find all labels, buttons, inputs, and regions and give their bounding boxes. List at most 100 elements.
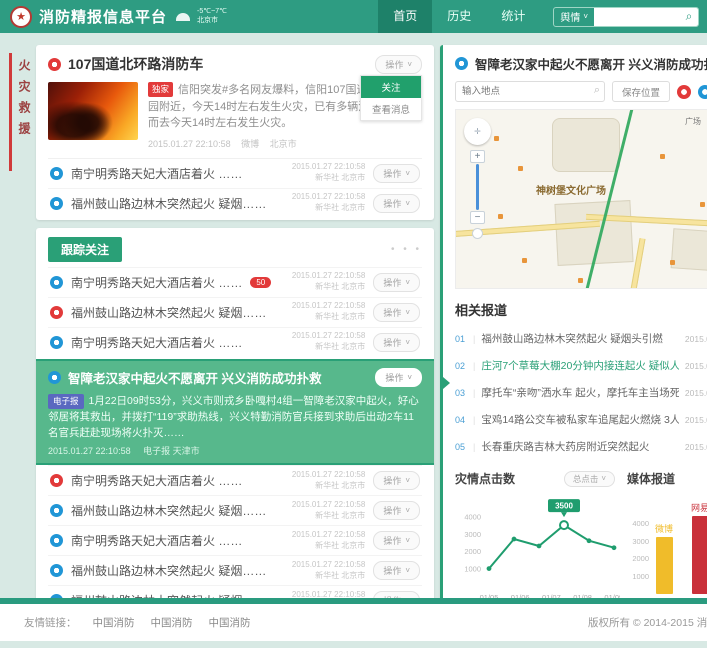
- map-poi-label: 广场: [685, 116, 701, 127]
- media-bar-chart: 1000200030004000 微博网易腾讯: [627, 490, 707, 602]
- related-item[interactable]: 03|摩托车“亲吻”洒水车 起火，摩托车主当场死亡2015.01.: [455, 379, 707, 406]
- map-poi-icon: [700, 202, 705, 207]
- clicks-filter-dropdown[interactable]: 总点击˅: [564, 471, 615, 487]
- list-item[interactable]: 福州鼓山路边林木突然起火 疑烟…… 2015.01.27 22:10:58 新华…: [48, 555, 422, 585]
- incident-map[interactable]: 神树堡文化广场 广场 ✛ + −: [455, 109, 707, 289]
- item-source: 新华社 北京市: [292, 511, 365, 522]
- red-marker-toggle[interactable]: [677, 85, 691, 99]
- action-button[interactable]: 操作˅: [373, 471, 420, 490]
- item-source: 新华社 北京市: [292, 541, 365, 552]
- source-icon: [455, 57, 468, 70]
- action-button[interactable]: 操作˅: [373, 164, 420, 183]
- item-time: 2015.01.27 22:10:58: [292, 192, 365, 203]
- bar-group: 微博: [655, 522, 673, 594]
- item-title: 福州鼓山路边林木突然起火 疑烟……: [71, 502, 266, 519]
- featured-title: 107国道北环路消防车: [68, 54, 203, 74]
- item-source: 新华社 北京市: [292, 203, 365, 214]
- axis-tick: 4000: [632, 519, 649, 528]
- item-title: 南宁明秀路天妃大酒店着火 ……: [71, 472, 242, 489]
- axis-tick: 1000: [632, 572, 649, 581]
- friend-link[interactable]: 中国消防: [93, 615, 135, 630]
- list-item[interactable]: 南宁明秀路天妃大酒店着火 …… 2015.01.27 22:10:58 新华社 …: [48, 327, 422, 357]
- chevron-down-icon: ˅: [405, 338, 410, 347]
- highlight-meta: 2015.01.27 22:10:58 电子报 天津市: [48, 444, 422, 457]
- tracking-list-bottom: 南宁明秀路天妃大酒店着火 …… 2015.01.27 22:10:58 新华社 …: [36, 465, 434, 615]
- related-section: 相关报道 01|福州鼓山路边林木突然起火 疑烟头引燃2015.01.02|庄河7…: [455, 300, 707, 460]
- action-menu-item[interactable]: 关注: [361, 76, 421, 98]
- detail-header: 智障老汉家中起火不愿离开 兴义消防成功扑救: [455, 54, 707, 73]
- svg-text:3000: 3000: [464, 530, 481, 539]
- rail-accent-bar: [9, 53, 12, 171]
- zoom-slider[interactable]: [476, 164, 479, 210]
- list-item[interactable]: 福州鼓山路边林木突然起火 疑烟…… 2015.01.27 22:10:58 新华…: [48, 495, 422, 525]
- blue-marker-toggle[interactable]: [698, 85, 707, 99]
- item-time: 2015.01.27 22:10:58: [292, 560, 365, 571]
- search-icon[interactable]: ⌕: [594, 84, 600, 97]
- rel-no: 04: [455, 415, 467, 425]
- featured-source: 微博: [241, 139, 259, 149]
- bar-label: 微博: [655, 522, 673, 535]
- nav-stats[interactable]: 统计: [486, 0, 540, 33]
- action-menu-item[interactable]: 查看消息: [361, 98, 421, 120]
- map-pan-control[interactable]: ✛: [464, 118, 491, 145]
- map-poi-icon: [522, 258, 527, 263]
- location-search-input[interactable]: [455, 81, 605, 102]
- search-icon[interactable]: ⌕: [680, 8, 698, 26]
- list-item[interactable]: 福州鼓山路边林木突然起火 疑烟…… 2015.01.27 22:10:58 新华…: [48, 297, 422, 327]
- more-icon[interactable]: • • •: [391, 244, 422, 255]
- item-title: 南宁明秀路天妃大酒店着火 ……: [71, 532, 242, 549]
- category-rail-fire-rescue[interactable]: 火灾救援: [8, 45, 30, 245]
- list-item[interactable]: 南宁明秀路天妃大酒店着火 …… 50 2015.01.27 22:10:58 新…: [48, 267, 422, 297]
- list-item[interactable]: 南宁明秀路天妃大酒店着火 …… 2015.01.27 22:10:58 新华社 …: [48, 158, 422, 188]
- save-location-button[interactable]: 保存位置: [612, 81, 670, 102]
- map-locate-button[interactable]: [472, 228, 483, 239]
- rel-no: 03: [455, 388, 467, 398]
- source-icon: [50, 306, 63, 319]
- related-item[interactable]: 05|长春重庆路吉林大药房附近突然起火2015.01.: [455, 433, 707, 460]
- fire-scene-photo[interactable]: [48, 82, 138, 140]
- list-item[interactable]: 南宁明秀路天妃大酒店着火 …… 2015.01.27 22:10:58 新华社 …: [48, 465, 422, 495]
- svg-text:1000: 1000: [464, 565, 481, 574]
- source-icon: [50, 564, 63, 577]
- weather-city: 北京市: [197, 17, 227, 26]
- zoom-in-button[interactable]: +: [470, 150, 485, 163]
- featured-action-button[interactable]: 操作˅: [375, 55, 422, 74]
- related-item[interactable]: 02|庄河7个草莓大棚20分钟内接连起火 疑似人为2015.01.: [455, 352, 707, 379]
- item-source: 新华社 北京市: [292, 481, 365, 492]
- search-category-dropdown[interactable]: 舆情 ˅: [554, 9, 594, 24]
- item-time: 2015.01.27 22:10:58: [292, 301, 365, 312]
- clicks-line-chart: 1000200030004000350001/0501/0601/0701/08…: [455, 490, 620, 604]
- nav-home[interactable]: 首页: [378, 0, 432, 33]
- axis-tick: 3000: [632, 537, 649, 546]
- rel-title: 庄河7个草莓大棚20分钟内接连起火 疑似人为: [481, 358, 679, 373]
- related-item[interactable]: 04|宝鸡14路公交车被私家车追尾起火燃烧 3人受伤2015.01.: [455, 406, 707, 433]
- list-item[interactable]: 南宁明秀路天妃大酒店着火 …… 2015.01.27 22:10:58 新华社 …: [48, 525, 422, 555]
- action-button[interactable]: 操作˅: [373, 531, 420, 550]
- clicks-chart-box: 灾情点击数 总点击˅ 1000200030004000350001/0501/0…: [455, 470, 615, 609]
- item-time: 2015.01.27 22:10:58: [292, 162, 365, 173]
- related-item[interactable]: 01|福州鼓山路边林木突然起火 疑烟头引燃2015.01.: [455, 325, 707, 352]
- rel-title: 长春重庆路吉林大药房附近突然起火: [481, 439, 679, 454]
- search-input[interactable]: [594, 8, 680, 26]
- bar-chart-bars: 微博网易腾讯: [653, 499, 707, 594]
- friend-links-label: 友情链接：: [24, 615, 77, 630]
- nav-history[interactable]: 历史: [432, 0, 486, 33]
- chevron-down-icon: ˅: [405, 476, 410, 485]
- rel-date: 2015.01.: [685, 442, 707, 452]
- action-button[interactable]: 操作˅: [373, 333, 420, 352]
- action-button[interactable]: 操作˅: [373, 194, 420, 213]
- source-icon: [50, 336, 63, 349]
- rel-no: 01: [455, 334, 467, 344]
- highlight-action-button[interactable]: 操作˅: [375, 368, 422, 387]
- friend-link[interactable]: 中国消防: [151, 615, 193, 630]
- source-icon: [50, 474, 63, 487]
- friend-link[interactable]: 中国消防: [209, 615, 251, 630]
- highlighted-item[interactable]: 智障老汉家中起火不愿离开 兴义消防成功扑救 操作˅ 电子报1月22日09时53分…: [36, 359, 434, 466]
- zoom-out-button[interactable]: −: [470, 211, 485, 224]
- item-source: 新华社 北京市: [292, 173, 365, 184]
- action-button[interactable]: 操作˅: [373, 561, 420, 580]
- list-item[interactable]: 福州鼓山路边林木突然起火 疑烟…… 2015.01.27 22:10:58 新华…: [48, 188, 422, 218]
- action-button[interactable]: 操作˅: [373, 303, 420, 322]
- action-button[interactable]: 操作˅: [373, 273, 420, 292]
- action-button[interactable]: 操作˅: [373, 501, 420, 520]
